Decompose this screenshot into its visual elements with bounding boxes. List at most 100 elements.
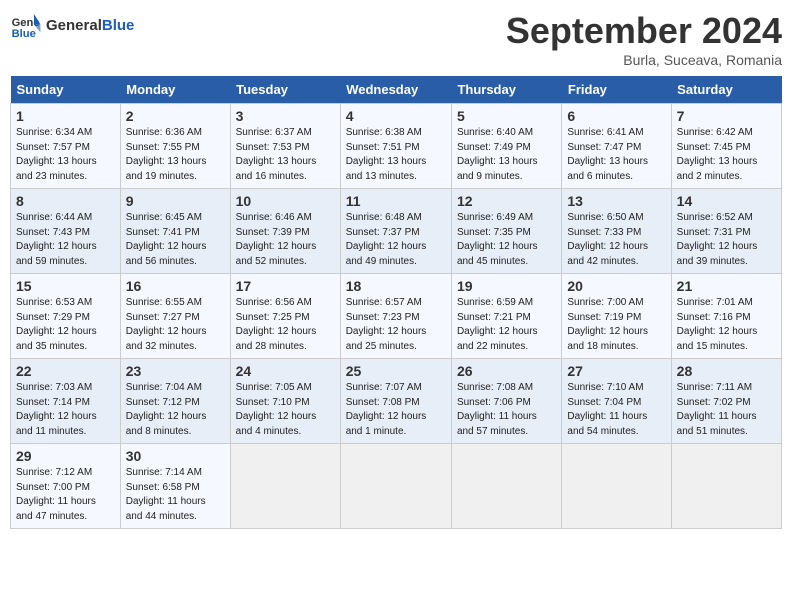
calendar-cell: 23 Sunrise: 7:04 AM Sunset: 7:12 PM Dayli… [120, 359, 230, 444]
day-number: 18 [346, 278, 446, 294]
weekday-header-sunday: Sunday [11, 76, 121, 104]
day-info: Sunrise: 6:49 AM Sunset: 7:35 PM Dayligh… [457, 211, 556, 269]
day-number: 12 [457, 193, 556, 209]
day-number: 11 [346, 193, 446, 209]
calendar-cell [340, 444, 451, 529]
day-info: Sunrise: 7:14 AM Sunset: 6:58 PM Dayligh… [126, 466, 225, 524]
weekday-header-wednesday: Wednesday [340, 76, 451, 104]
logo-blue: Blue [102, 17, 135, 34]
weekday-header-friday: Friday [562, 76, 671, 104]
day-info: Sunrise: 7:03 AM Sunset: 7:14 PM Dayligh… [16, 381, 115, 439]
calendar-cell: 1 Sunrise: 6:34 AM Sunset: 7:57 PM Daylig… [11, 104, 121, 189]
day-number: 26 [457, 363, 556, 379]
day-info: Sunrise: 7:01 AM Sunset: 7:16 PM Dayligh… [677, 296, 776, 354]
day-info: Sunrise: 7:12 AM Sunset: 7:00 PM Dayligh… [16, 466, 115, 524]
day-info: Sunrise: 6:53 AM Sunset: 7:29 PM Dayligh… [16, 296, 115, 354]
day-number: 1 [16, 108, 115, 124]
day-number: 14 [677, 193, 776, 209]
day-info: Sunrise: 7:08 AM Sunset: 7:06 PM Dayligh… [457, 381, 556, 439]
day-info: Sunrise: 6:34 AM Sunset: 7:57 PM Dayligh… [16, 126, 115, 184]
calendar-cell: 22 Sunrise: 7:03 AM Sunset: 7:14 PM Dayli… [11, 359, 121, 444]
calendar-week-4: 22 Sunrise: 7:03 AM Sunset: 7:14 PM Dayli… [11, 359, 782, 444]
day-info: Sunrise: 7:11 AM Sunset: 7:02 PM Dayligh… [677, 381, 776, 439]
svg-text:Blue: Blue [12, 28, 36, 40]
day-number: 7 [677, 108, 776, 124]
day-info: Sunrise: 7:04 AM Sunset: 7:12 PM Dayligh… [126, 381, 225, 439]
day-info: Sunrise: 6:52 AM Sunset: 7:31 PM Dayligh… [677, 211, 776, 269]
day-number: 3 [236, 108, 335, 124]
calendar-cell: 20 Sunrise: 7:00 AM Sunset: 7:19 PM Dayli… [562, 274, 671, 359]
day-number: 19 [457, 278, 556, 294]
weekday-header-monday: Monday [120, 76, 230, 104]
calendar-cell: 25Sunrise: 7:07 AM Sunset: 7:08 PM Dayli… [340, 359, 451, 444]
calendar-cell [230, 444, 340, 529]
calendar-week-1: 1 Sunrise: 6:34 AM Sunset: 7:57 PM Daylig… [11, 104, 782, 189]
day-number: 22 [16, 363, 115, 379]
day-info: Sunrise: 6:59 AM Sunset: 7:21 PM Dayligh… [457, 296, 556, 354]
calendar-cell: 13 Sunrise: 6:50 AM Sunset: 7:33 PM Dayli… [562, 189, 671, 274]
calendar-cell: 19 Sunrise: 6:59 AM Sunset: 7:21 PM Dayli… [451, 274, 561, 359]
calendar-cell [562, 444, 671, 529]
day-info: Sunrise: 6:37 AM Sunset: 7:53 PM Dayligh… [236, 126, 335, 184]
day-info: Sunrise: 6:46 AM Sunset: 7:39 PM Dayligh… [236, 211, 335, 269]
calendar-cell: 26 Sunrise: 7:08 AM Sunset: 7:06 PM Dayli… [451, 359, 561, 444]
logo-icon: Gene Blue [10, 10, 42, 42]
calendar-cell: 17Sunrise: 6:56 AM Sunset: 7:25 PM Dayli… [230, 274, 340, 359]
calendar-cell: 28Sunrise: 7:11 AM Sunset: 7:02 PM Dayli… [671, 359, 781, 444]
day-number: 6 [567, 108, 665, 124]
weekday-header-tuesday: Tuesday [230, 76, 340, 104]
calendar-cell: 30 Sunrise: 7:14 AM Sunset: 6:58 PM Dayli… [120, 444, 230, 529]
day-info: Sunrise: 7:00 AM Sunset: 7:19 PM Dayligh… [567, 296, 665, 354]
logo-general: General [46, 17, 102, 34]
day-number: 24 [236, 363, 335, 379]
day-number: 25 [346, 363, 446, 379]
calendar-cell: 27Sunrise: 7:10 AM Sunset: 7:04 PM Dayli… [562, 359, 671, 444]
day-number: 2 [126, 108, 225, 124]
day-info: Sunrise: 7:05 AM Sunset: 7:10 PM Dayligh… [236, 381, 335, 439]
calendar-cell: 5Sunrise: 6:40 AM Sunset: 7:49 PM Daylig… [451, 104, 561, 189]
day-number: 30 [126, 448, 225, 464]
calendar-cell: 6 Sunrise: 6:41 AM Sunset: 7:47 PM Daylig… [562, 104, 671, 189]
day-number: 17 [236, 278, 335, 294]
day-number: 21 [677, 278, 776, 294]
calendar-cell: 10 Sunrise: 6:46 AM Sunset: 7:39 PM Dayli… [230, 189, 340, 274]
day-info: Sunrise: 6:57 AM Sunset: 7:23 PM Dayligh… [346, 296, 446, 354]
day-info: Sunrise: 6:36 AM Sunset: 7:55 PM Dayligh… [126, 126, 225, 184]
day-number: 9 [126, 193, 225, 209]
day-info: Sunrise: 6:55 AM Sunset: 7:27 PM Dayligh… [126, 296, 225, 354]
day-number: 23 [126, 363, 225, 379]
day-info: Sunrise: 7:10 AM Sunset: 7:04 PM Dayligh… [567, 381, 665, 439]
calendar-cell: 7 Sunrise: 6:42 AM Sunset: 7:45 PM Daylig… [671, 104, 781, 189]
calendar-cell: 29Sunrise: 7:12 AM Sunset: 7:00 PM Dayli… [11, 444, 121, 529]
calendar-cell: 4Sunrise: 6:38 AM Sunset: 7:51 PM Daylig… [340, 104, 451, 189]
day-number: 13 [567, 193, 665, 209]
calendar-cell: 24 Sunrise: 7:05 AM Sunset: 7:10 PM Dayli… [230, 359, 340, 444]
page-header: Gene Blue GeneralBlue September 2024 Bur… [10, 10, 782, 68]
calendar-cell: 14 Sunrise: 6:52 AM Sunset: 7:31 PM Dayli… [671, 189, 781, 274]
day-number: 5 [457, 108, 556, 124]
title-block: September 2024 Burla, Suceava, Romania [506, 10, 782, 68]
calendar-cell: 3 Sunrise: 6:37 AM Sunset: 7:53 PM Daylig… [230, 104, 340, 189]
day-number: 20 [567, 278, 665, 294]
logo: Gene Blue GeneralBlue [10, 10, 134, 42]
day-info: Sunrise: 6:48 AM Sunset: 7:37 PM Dayligh… [346, 211, 446, 269]
day-info: Sunrise: 6:44 AM Sunset: 7:43 PM Dayligh… [16, 211, 115, 269]
calendar-cell [671, 444, 781, 529]
day-info: Sunrise: 6:42 AM Sunset: 7:45 PM Dayligh… [677, 126, 776, 184]
calendar-cell: 12 Sunrise: 6:49 AM Sunset: 7:35 PM Dayli… [451, 189, 561, 274]
calendar-cell: 16 Sunrise: 6:55 AM Sunset: 7:27 PM Dayli… [120, 274, 230, 359]
day-info: Sunrise: 6:41 AM Sunset: 7:47 PM Dayligh… [567, 126, 665, 184]
weekday-header-row: SundayMondayTuesdayWednesdayThursdayFrid… [11, 76, 782, 104]
location-subtitle: Burla, Suceava, Romania [506, 52, 782, 68]
day-number: 16 [126, 278, 225, 294]
calendar-cell: 11 Sunrise: 6:48 AM Sunset: 7:37 PM Dayli… [340, 189, 451, 274]
calendar-cell [451, 444, 561, 529]
calendar-week-5: 29Sunrise: 7:12 AM Sunset: 7:00 PM Dayli… [11, 444, 782, 529]
calendar-week-3: 15Sunrise: 6:53 AM Sunset: 7:29 PM Dayli… [11, 274, 782, 359]
calendar-week-2: 8Sunrise: 6:44 AM Sunset: 7:43 PM Daylig… [11, 189, 782, 274]
day-number: 10 [236, 193, 335, 209]
calendar-table: SundayMondayTuesdayWednesdayThursdayFrid… [10, 76, 782, 529]
month-title: September 2024 [506, 10, 782, 52]
calendar-cell: 15Sunrise: 6:53 AM Sunset: 7:29 PM Dayli… [11, 274, 121, 359]
day-info: Sunrise: 6:50 AM Sunset: 7:33 PM Dayligh… [567, 211, 665, 269]
